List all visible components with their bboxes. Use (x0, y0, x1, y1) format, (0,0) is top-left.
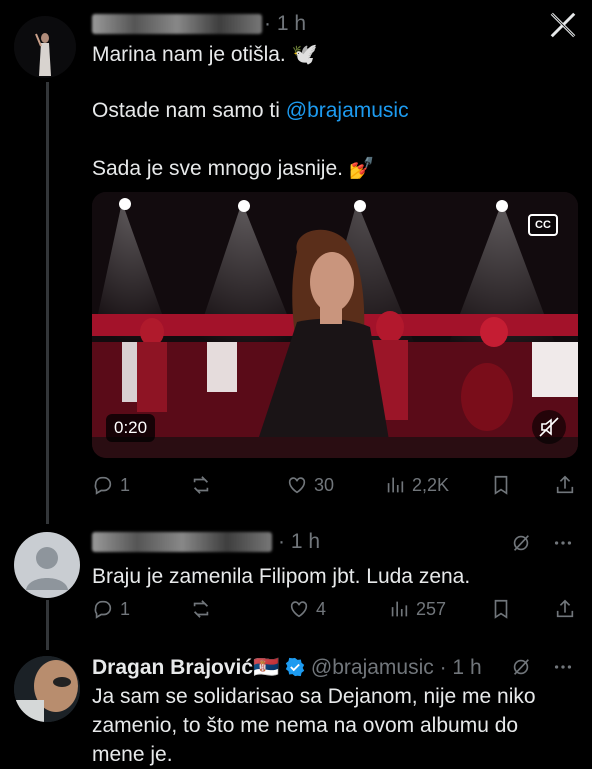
retweet-icon (193, 476, 209, 494)
reply-icon (94, 600, 112, 619)
blurred-username (92, 14, 262, 34)
reply-icon (94, 476, 112, 495)
retweet-icon (193, 600, 209, 618)
close-icon[interactable] (548, 10, 578, 40)
mention-link[interactable]: @brajamusic (286, 99, 409, 122)
share-button[interactable] (554, 474, 576, 496)
tweet-header: Dragan Brajović🇷🇸 @brajamusic · 1 h (92, 656, 482, 680)
tweet-time: · 1 h (278, 530, 321, 553)
tweet-time: · 1 h (264, 12, 307, 35)
video-thumbnail (92, 192, 578, 458)
like-count: 4 (316, 598, 327, 619)
more-button[interactable] (552, 656, 574, 678)
captions-button[interactable]: CC (528, 214, 558, 236)
share-button[interactable] (554, 598, 576, 620)
views-button[interactable]: 257 (388, 598, 446, 620)
grok-button[interactable] (510, 656, 532, 678)
tweet-text: Ja sam se solidarisao sa Dejanom, nije m… (92, 685, 536, 766)
grok-button[interactable] (510, 532, 532, 554)
thread-line (46, 82, 49, 524)
video-duration: 0:20 (106, 414, 156, 442)
retweet-button[interactable] (190, 598, 212, 620)
views-icon (387, 477, 404, 493)
share-icon (556, 475, 574, 494)
tweet-text-line-2: Ostade nam samo ti @brajamusic (92, 96, 409, 125)
grok-icon (513, 535, 529, 551)
thread-line (46, 600, 49, 650)
like-icon (288, 477, 306, 494)
bookmark-icon (494, 475, 508, 495)
views-count: 257 (416, 598, 447, 619)
bookmark-icon (494, 599, 508, 619)
reply-button[interactable]: 1 (92, 598, 130, 620)
verified-icon (285, 657, 305, 677)
more-button[interactable] (552, 532, 574, 554)
more-icon (554, 665, 572, 669)
bookmark-button[interactable] (490, 598, 512, 620)
handle[interactable]: @brajamusic (311, 656, 434, 679)
views-icon (391, 601, 408, 617)
like-icon (290, 601, 308, 618)
tweet-text-line-1: Marina nam je otišla. 🕊️ (92, 43, 318, 66)
reply-button[interactable]: 1 (92, 474, 130, 496)
tweet-text-line-3: Sada je sve mnogo jasnije. 💅 (92, 157, 375, 180)
avatar[interactable] (14, 16, 76, 78)
views-button[interactable]: 2,2K (384, 474, 449, 496)
like-count: 30 (314, 474, 335, 495)
reply-count: 1 (120, 474, 131, 495)
grok-icon (513, 659, 529, 675)
mute-button[interactable] (532, 410, 566, 444)
retweet-button[interactable] (190, 474, 212, 496)
default-avatar-icon (26, 547, 68, 590)
avatar[interactable] (14, 532, 80, 598)
mute-icon (539, 417, 559, 437)
reply-count: 1 (120, 598, 131, 619)
share-icon (556, 599, 574, 618)
tweet-text: Braju je zamenila Filipom jbt. Luda zena… (92, 565, 471, 588)
blurred-username (92, 532, 272, 552)
video-player[interactable]: CC 0:20 (92, 192, 578, 458)
display-name[interactable]: Dragan Brajović🇷🇸 (92, 656, 279, 679)
views-count: 2,2K (412, 474, 450, 495)
tweet-text-segment: Ostade nam samo ti (92, 99, 286, 122)
tweet-time: · 1 h (439, 656, 482, 679)
like-button[interactable]: 4 (288, 598, 326, 620)
like-button[interactable]: 30 (286, 474, 334, 496)
more-icon (554, 541, 572, 545)
bookmark-button[interactable] (490, 474, 512, 496)
avatar[interactable] (14, 656, 80, 722)
